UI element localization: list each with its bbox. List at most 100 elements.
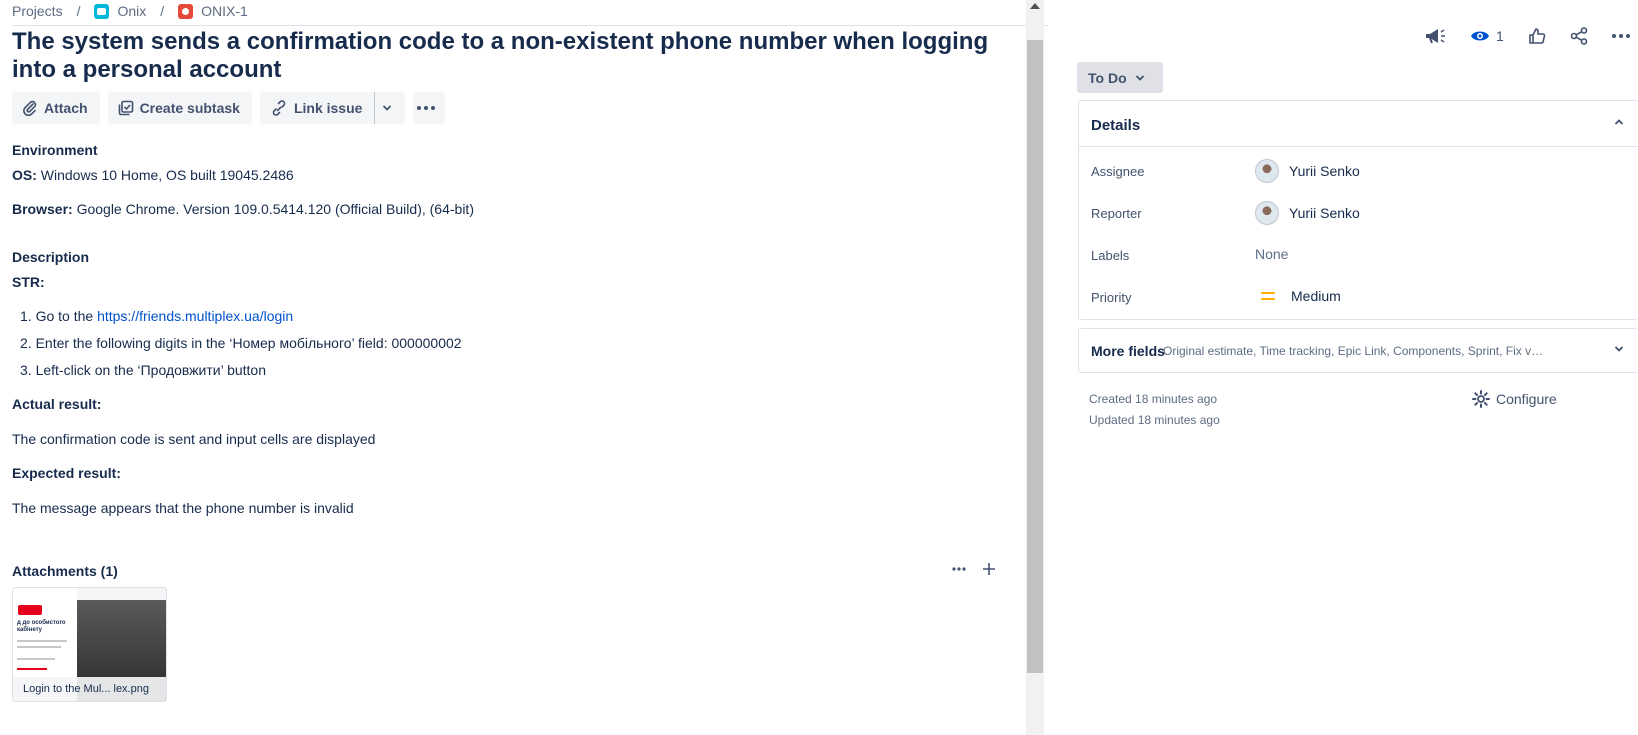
- share-icon: [1570, 27, 1588, 45]
- chevron-down-icon: [383, 105, 392, 111]
- priority-medium-icon: [1261, 290, 1275, 302]
- description-heading: Description: [12, 249, 90, 265]
- assignee-name: Yurii Senko: [1289, 163, 1360, 179]
- create-subtask-label: Create subtask: [139, 100, 240, 116]
- more-actions-button[interactable]: [413, 92, 446, 124]
- attach-icon: [23, 100, 37, 116]
- more-icon[interactable]: [952, 567, 966, 571]
- scroll-up-arrow[interactable]: [1030, 3, 1040, 9]
- status-label: To Do: [1088, 69, 1127, 86]
- actual-result-label: Actual result:: [12, 396, 102, 412]
- share-button[interactable]: [1570, 22, 1588, 50]
- bug-icon: [178, 3, 194, 19]
- link-icon: [272, 100, 286, 116]
- step-2: 2. Enter the following digits in the ‘Но…: [20, 335, 462, 351]
- watch-button[interactable]: 1: [1470, 22, 1504, 50]
- reporter-field[interactable]: Yurii Senko: [1255, 201, 1360, 225]
- thumbnail-heading: д до особистого кабінету: [17, 620, 66, 633]
- chevron-down-icon: [1135, 74, 1144, 81]
- issue-top-actions: 1: [1424, 22, 1638, 50]
- browser-label: Browser:: [12, 201, 73, 217]
- reporter-label: Reporter: [1091, 206, 1142, 221]
- link-issue-label: Link issue: [293, 100, 363, 116]
- scroll-thumb[interactable]: [1027, 40, 1043, 673]
- chevron-up-icon[interactable]: [1614, 118, 1624, 126]
- attachments-heading: Attachments (1): [12, 563, 118, 579]
- attach-button[interactable]: Attach: [12, 92, 100, 124]
- priority-value: Medium: [1291, 288, 1341, 304]
- expected-result-label: Expected result:: [12, 465, 121, 481]
- link-issue-group: Link issue: [259, 92, 406, 124]
- attachment-thumbnail[interactable]: д до особистого кабінету Login to the Mu…: [12, 587, 167, 702]
- scrollbar[interactable]: [1026, 0, 1044, 735]
- labels-field[interactable]: None: [1255, 246, 1288, 262]
- more-icon: [417, 106, 436, 110]
- gear-icon: [1472, 390, 1490, 408]
- breadcrumb-projects[interactable]: Projects: [12, 3, 63, 19]
- reporter-name: Yurii Senko: [1289, 205, 1360, 221]
- issue-title[interactable]: The system sends a confirmation code to …: [12, 28, 1012, 84]
- configure-label: Configure: [1496, 391, 1557, 407]
- breadcrumb-separator: /: [76, 3, 81, 19]
- link-issue-dropdown[interactable]: [374, 92, 405, 124]
- divider: [12, 25, 1048, 26]
- avatar: [1255, 201, 1279, 225]
- str-label: STR:: [12, 274, 45, 290]
- announce-icon: [1426, 29, 1445, 44]
- more-fields-label: More fields: [1091, 343, 1165, 359]
- os-label: OS:: [12, 167, 37, 183]
- thumbnail-line: [17, 658, 55, 660]
- give-feedback-button[interactable]: [1424, 22, 1446, 50]
- assignee-label: Assignee: [1091, 164, 1145, 179]
- step-1: 1. Go to the https://friends.multiplex.u…: [20, 308, 293, 324]
- labels-label: Labels: [1091, 248, 1130, 263]
- create-subtask-button[interactable]: Create subtask: [107, 92, 252, 124]
- multiplex-logo: [18, 605, 42, 615]
- avatar: [1255, 159, 1279, 183]
- link-issue-button[interactable]: Link issue: [260, 92, 374, 124]
- chevron-down-icon: [1614, 346, 1624, 352]
- vote-button[interactable]: [1528, 22, 1546, 50]
- configure-button[interactable]: Configure: [1472, 390, 1557, 408]
- thumbnail-line: [17, 668, 47, 670]
- issue-toolbar: Attach Create subtask Link issue: [12, 92, 446, 124]
- issue-sidebar: 1 To Do Details Assignee Yurii Senko Rep…: [1072, 0, 1638, 735]
- breadcrumb-separator: /: [160, 3, 165, 19]
- updated-timestamp: Updated 18 minutes ago: [1089, 413, 1220, 427]
- thumbnail-line: [17, 646, 61, 648]
- eye-icon: [1471, 31, 1489, 41]
- project-icon: [94, 3, 110, 19]
- thumbs-up-icon: [1528, 28, 1546, 44]
- attachments-actions: [952, 562, 996, 576]
- attachment-filename: Login to the Mul... lex.png: [13, 677, 166, 701]
- more-icon: [1611, 34, 1630, 38]
- environment-os: OS: Windows 10 Home, OS built 19045.2486: [12, 167, 294, 183]
- plus-icon[interactable]: [982, 562, 996, 576]
- os-value: Windows 10 Home, OS built 19045.2486: [36, 167, 294, 183]
- priority-field[interactable]: Medium: [1255, 288, 1341, 304]
- environment-browser: Browser: Google Chrome. Version 109.0.54…: [12, 201, 474, 217]
- more-fields-list: Original estimate, Time tracking, Epic L…: [1163, 344, 1549, 358]
- priority-label: Priority: [1091, 290, 1132, 305]
- expected-result-text: The message appears that the phone numbe…: [12, 500, 354, 516]
- actual-result-text: The confirmation code is sent and input …: [12, 431, 376, 447]
- environment-heading: Environment: [12, 142, 98, 158]
- assignee-field[interactable]: Yurii Senko: [1255, 159, 1360, 183]
- status-dropdown[interactable]: To Do: [1077, 62, 1163, 93]
- step-1-text: 1. Go to the: [20, 308, 98, 324]
- details-heading[interactable]: Details: [1091, 117, 1140, 134]
- watch-count: 1: [1496, 28, 1504, 44]
- thumbnail-line: [17, 640, 67, 642]
- breadcrumb-issue-key[interactable]: ONIX-1: [201, 3, 248, 19]
- details-panel: Details Assignee Yurii Senko Reporter Yu…: [1078, 100, 1638, 320]
- attach-label: Attach: [44, 100, 88, 116]
- created-timestamp: Created 18 minutes ago: [1089, 392, 1218, 406]
- more-fields-panel[interactable]: More fields Original estimate, Time trac…: [1078, 328, 1638, 373]
- breadcrumb: Projects / Onix / ONIX-1: [12, 0, 248, 22]
- browser-value: Google Chrome. Version 109.0.5414.120 (O…: [72, 201, 474, 217]
- step-3: 3. Left-click on the ‘Продовжити’ button: [20, 362, 266, 378]
- more-actions-button[interactable]: [1611, 22, 1630, 50]
- subtask-icon: [118, 100, 133, 116]
- breadcrumb-project[interactable]: Onix: [117, 3, 146, 19]
- multiplex-login-link[interactable]: https://friends.multiplex.ua/login: [97, 308, 293, 324]
